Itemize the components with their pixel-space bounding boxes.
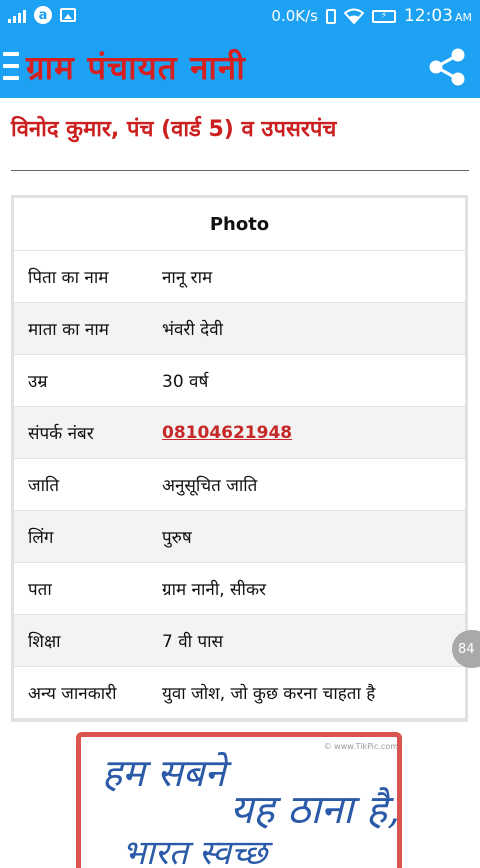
notification-app-icon: a — [34, 6, 52, 24]
net-speed: 0.0K/s — [271, 7, 318, 25]
signal-icon — [8, 7, 26, 23]
row-label: संपर्क नंबर — [28, 424, 94, 444]
clock: 12:03 — [403, 6, 453, 26]
photo-header: Photo — [14, 198, 465, 251]
row-label: लिंग — [28, 528, 54, 548]
page-title: विनोद कुमार, पंच (वार्ड 5) व उपसरपंच — [11, 117, 337, 142]
swachh-bharat-banner-image: © www.TikPic.com हम सबने यह ठाना है, भार… — [72, 728, 408, 868]
banner-text-line2: यह ठाना है, — [230, 787, 400, 833]
banner-text-line1: हम सबने — [102, 751, 226, 795]
table-row: माता का नाम भंवरी देवी — [14, 303, 465, 355]
vibrate-icon — [325, 8, 336, 24]
row-value: ग्राम नानी, सीकर — [162, 580, 266, 600]
row-label: अन्य जानकारी — [28, 684, 117, 704]
banner-watermark: © www.TikPic.com — [323, 742, 398, 751]
table-row: शिक्षा 7 वी पास — [14, 615, 465, 667]
table-row: अन्य जानकारी युवा जोश, जो कुछ करना चाहता… — [14, 667, 465, 719]
clock-ampm: AM — [454, 11, 472, 24]
row-label: उम्र — [28, 372, 48, 392]
app-title: ग्राम पंचायत नानी — [26, 48, 246, 87]
gallery-icon — [60, 8, 76, 22]
row-value: युवा जोश, जो कुछ करना चाहता है — [162, 684, 376, 704]
row-value: पुरुष — [162, 528, 192, 548]
menu-icon[interactable] — [3, 52, 19, 80]
row-label: पिता का नाम — [28, 268, 109, 288]
row-label: माता का नाम — [28, 320, 109, 340]
table-row: संपर्क नंबर 08104621948 — [14, 407, 465, 459]
row-label: पता — [28, 580, 52, 600]
status-bar: a 0.0K/s ⚡ 12:03 AM — [0, 0, 480, 34]
share-icon[interactable] — [426, 46, 468, 88]
banner-text-line3: भारत स्वच्छ — [122, 833, 268, 868]
table-row: लिंग पुरुष — [14, 511, 465, 563]
phone-link[interactable]: 08104621948 — [162, 423, 292, 443]
table-row: जाति अनुसूचित जाति — [14, 459, 465, 511]
row-value: भंवरी देवी — [162, 320, 224, 340]
row-value: नानू राम — [162, 268, 213, 288]
row-label: जाति — [28, 476, 60, 496]
wifi-icon — [343, 8, 364, 24]
table-row: पता ग्राम नानी, सीकर — [14, 563, 465, 615]
row-value: 30 वर्ष — [162, 372, 209, 392]
row-label: शिक्षा — [28, 632, 61, 652]
table-row: उम्र 30 वर्ष — [14, 355, 465, 407]
battery-icon: ⚡ — [371, 9, 396, 23]
profile-rows: पिता का नाम नानू राम माता का नाम भंवरी द… — [14, 251, 465, 719]
table-row: पिता का नाम नानू राम — [14, 251, 465, 303]
row-value: अनुसूचित जाति — [162, 476, 258, 496]
profile-table: Photo पिता का नाम नानू राम माता का नाम भ… — [11, 195, 468, 722]
row-value: 7 वी पास — [162, 632, 224, 652]
app-bar: ग्राम पंचायत नानी — [0, 34, 480, 98]
battery-charging-icon: ⚡ — [380, 10, 388, 21]
divider — [11, 170, 469, 171]
